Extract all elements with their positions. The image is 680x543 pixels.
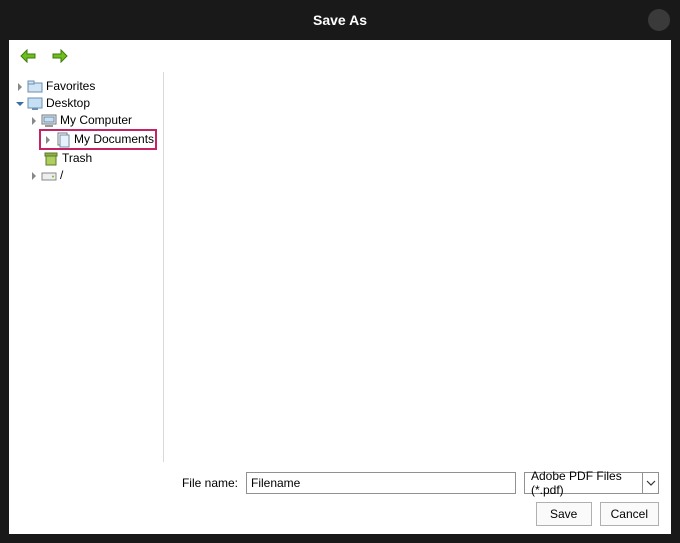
drive-icon [41,168,57,184]
tree-label: Favorites [46,78,95,95]
tree-label: Trash [62,150,92,167]
desktop-icon [27,96,43,112]
expander-icon[interactable] [15,99,25,109]
dialog-title: Save As [313,12,367,28]
close-button[interactable] [648,9,670,31]
documents-icon [55,132,71,148]
tree-label: My Documents [74,131,154,148]
tree-item-trash[interactable]: Trash [15,150,159,167]
filename-label: File name: [182,476,238,490]
tree-item-desktop[interactable]: Desktop [15,95,159,112]
button-label: Cancel [611,507,648,521]
arrow-left-icon [19,48,37,64]
bottom-panel: File name: Adobe PDF Files (*.pdf) Save … [9,462,671,534]
main-area: Favorites Desktop My Computer [9,72,671,462]
expander-icon[interactable] [29,116,39,126]
tree-label: Desktop [46,95,90,112]
back-button[interactable] [19,48,37,64]
expander-icon[interactable] [43,135,53,145]
forward-button[interactable] [51,48,69,64]
tree-item-favorites[interactable]: Favorites [15,78,159,95]
filetype-label: Adobe PDF Files (*.pdf) [531,469,642,497]
cancel-button[interactable]: Cancel [600,502,659,526]
titlebar: Save As [0,0,680,40]
save-button[interactable]: Save [536,502,592,526]
filename-input[interactable] [246,472,516,494]
filename-row: File name: Adobe PDF Files (*.pdf) [21,472,659,494]
tree-item-my-computer[interactable]: My Computer [15,112,159,129]
computer-icon [41,113,57,129]
tree-label: / [60,167,63,184]
filetype-select[interactable]: Adobe PDF Files (*.pdf) [524,472,659,494]
arrow-right-icon [51,48,69,64]
button-row: Save Cancel [21,502,659,526]
folder-tree[interactable]: Favorites Desktop My Computer [9,72,164,462]
chevron-down-icon [642,473,658,493]
button-label: Save [550,507,577,521]
expander-icon[interactable] [15,82,25,92]
tree-item-highlight: My Documents [39,129,157,150]
trash-icon [43,151,59,167]
tree-item-root[interactable]: / [15,167,159,184]
nav-row [9,40,671,72]
tree-label: My Computer [60,112,132,129]
file-list-area[interactable] [164,72,671,462]
dialog-body: Favorites Desktop My Computer [9,40,671,534]
folder-icon [27,79,43,95]
expander-icon[interactable] [29,171,39,181]
tree-item-my-documents[interactable]: My Documents [43,131,153,148]
